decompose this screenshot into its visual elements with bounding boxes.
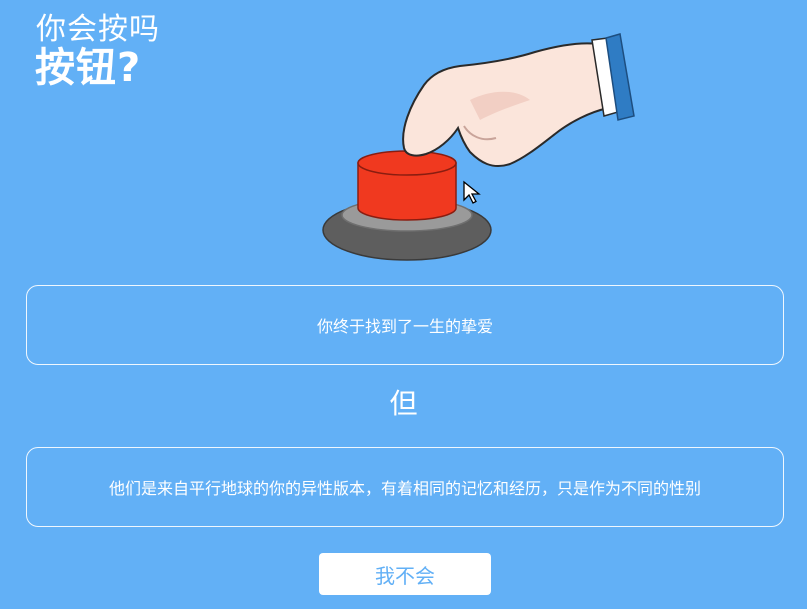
benefit-text: 你终于找到了一生的挚爱 [316,317,493,336]
benefit-card: 你终于找到了一生的挚爱 [26,285,784,365]
game-subtitle: 你会按吗 [36,12,160,47]
decline-button[interactable]: 我不会 [319,553,491,595]
drawback-card: 他们是来自平行地球的你的异性版本，有着相同的记忆和经历，只是作为不同的性别 [26,447,784,527]
hand-pressing-button-illustration[interactable] [320,30,650,270]
mouse-pointer-icon [463,180,481,204]
red-button-top [357,150,457,176]
but-connector: 但 [389,387,418,420]
game-title: 按钮? [35,45,142,91]
drawback-text: 他们是来自平行地球的你的异性版本，有着相同的记忆和经历，只是作为不同的性别 [108,479,701,498]
